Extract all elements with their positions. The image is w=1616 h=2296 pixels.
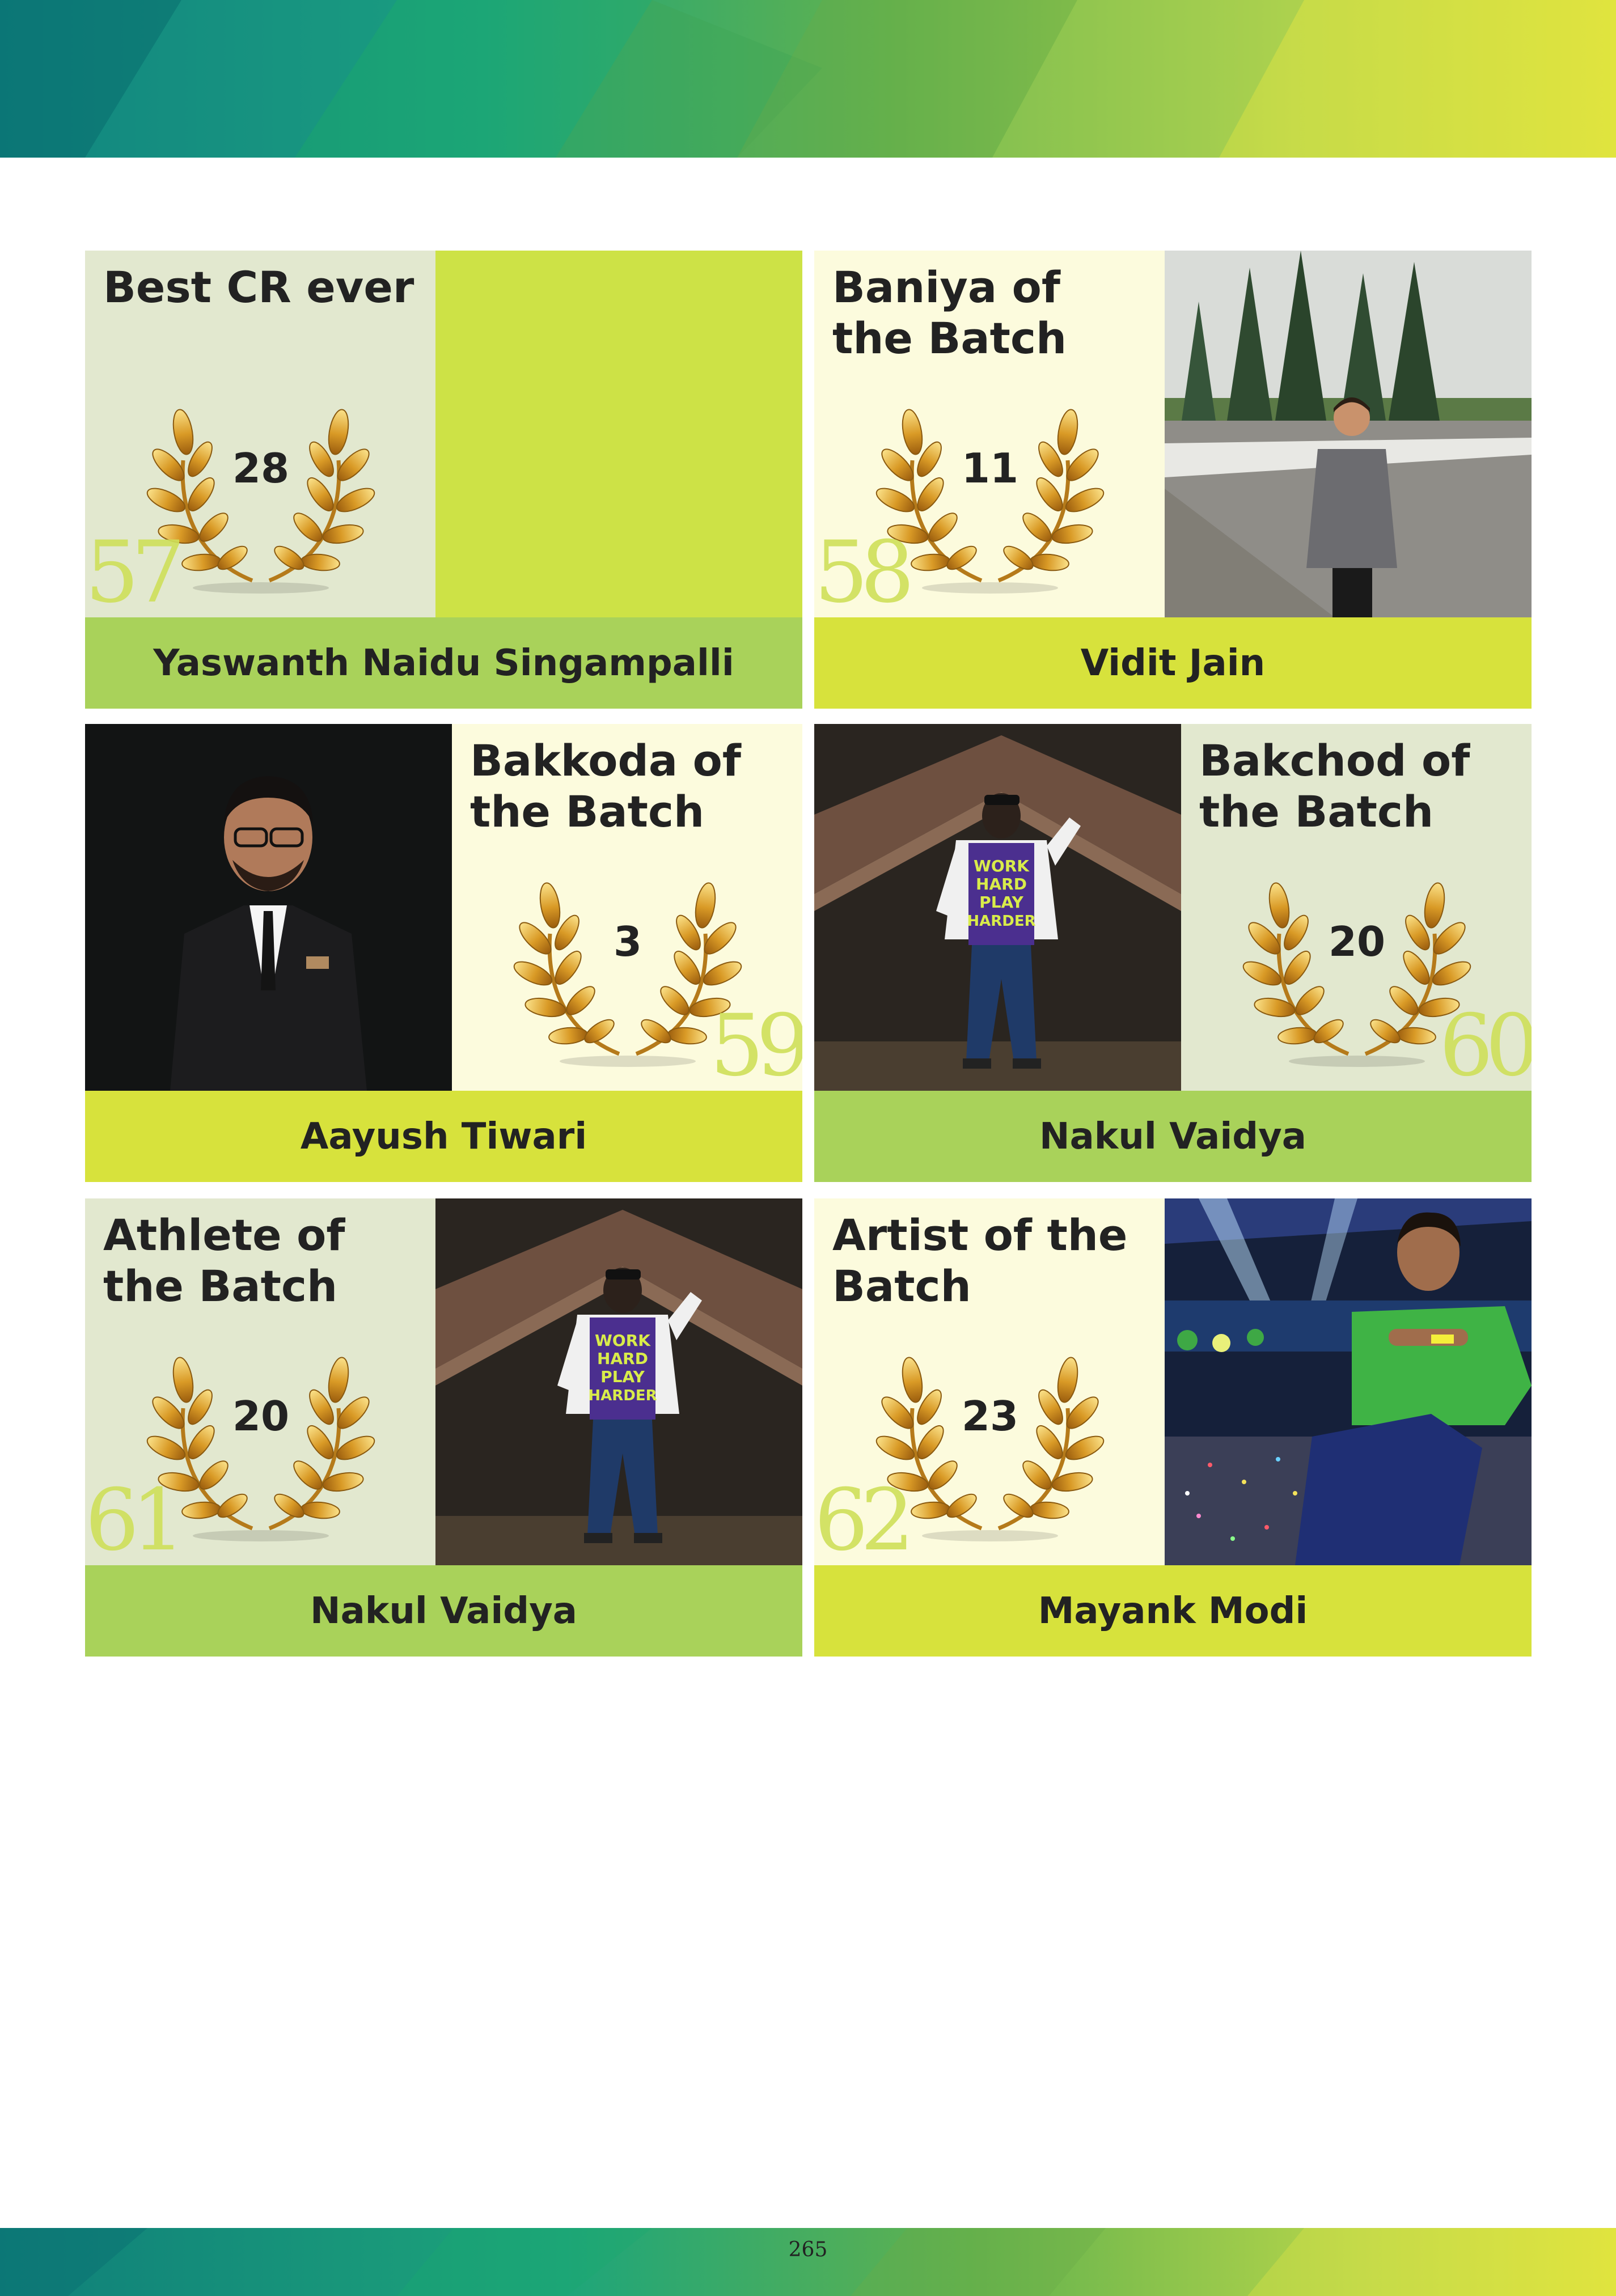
winner-photo (85, 724, 452, 1091)
award-card-59: Bakkoda of the Batch 3 59 Aayush Tiwari (85, 724, 802, 1182)
winner-name: Yaswanth Naidu Singampalli (85, 617, 802, 709)
award-number: 62 (814, 1471, 915, 1565)
award-title: Artist of the Batch (832, 1210, 1128, 1311)
winner-name: Nakul Vaidya (85, 1565, 802, 1657)
award-panel: Athlete of the Batch 20 61 (85, 1198, 435, 1565)
award-title: Bakchod of the Batch (1199, 735, 1470, 837)
award-card-58: Baniya of the Batch 11 58 Vidit Jain (814, 251, 1532, 709)
page-number: 265 (788, 2238, 828, 2261)
award-card-62: Artist of the Batch 23 62 Mayank Modi (814, 1198, 1532, 1657)
vote-count: 3 (613, 918, 642, 965)
winner-photo (1165, 1198, 1532, 1565)
award-number: 58 (814, 523, 915, 617)
award-number: 61 (85, 1471, 185, 1565)
award-title: Athlete of the Batch (103, 1210, 345, 1311)
award-number: 60 (1439, 997, 1532, 1091)
award-card-61: Athlete of the Batch 20 61 Nakul Vaidya (85, 1198, 802, 1657)
winner-name: Mayank Modi (814, 1565, 1532, 1657)
award-title: Bakkoda of the Batch (470, 735, 741, 837)
award-panel: Bakkoda of the Batch 3 59 (452, 724, 802, 1091)
winner-photo (1165, 251, 1532, 617)
winner-name: Vidit Jain (814, 617, 1532, 709)
award-panel: Artist of the Batch 23 62 (814, 1198, 1165, 1565)
vote-count: 20 (232, 1392, 290, 1440)
award-title: Baniya of the Batch (832, 262, 1067, 363)
winner-name: Nakul Vaidya (814, 1091, 1532, 1182)
vote-count: 11 (961, 444, 1019, 492)
vote-count: 23 (961, 1392, 1019, 1440)
vote-count: 20 (1328, 918, 1386, 965)
winner-photo (814, 724, 1181, 1091)
award-panel: Baniya of the Batch 11 58 (814, 251, 1165, 617)
award-title: Best CR ever (103, 262, 414, 312)
award-card-57: Best CR ever 28 57 Yaswanth Naidu Singam… (85, 251, 802, 709)
winner-photo (435, 1198, 802, 1565)
award-number: 59 (710, 997, 802, 1091)
vote-count: 28 (232, 444, 290, 492)
top-decorative-banner (0, 0, 1616, 158)
award-panel: Best CR ever 28 57 (85, 251, 435, 617)
winner-name: Aayush Tiwari (85, 1091, 802, 1182)
award-number: 57 (85, 523, 185, 617)
photo-placeholder (435, 251, 802, 617)
award-panel: Bakchod of the Batch 20 60 (1181, 724, 1532, 1091)
award-card-60: Bakchod of the Batch 20 60 Nakul Vaidya (814, 724, 1532, 1182)
